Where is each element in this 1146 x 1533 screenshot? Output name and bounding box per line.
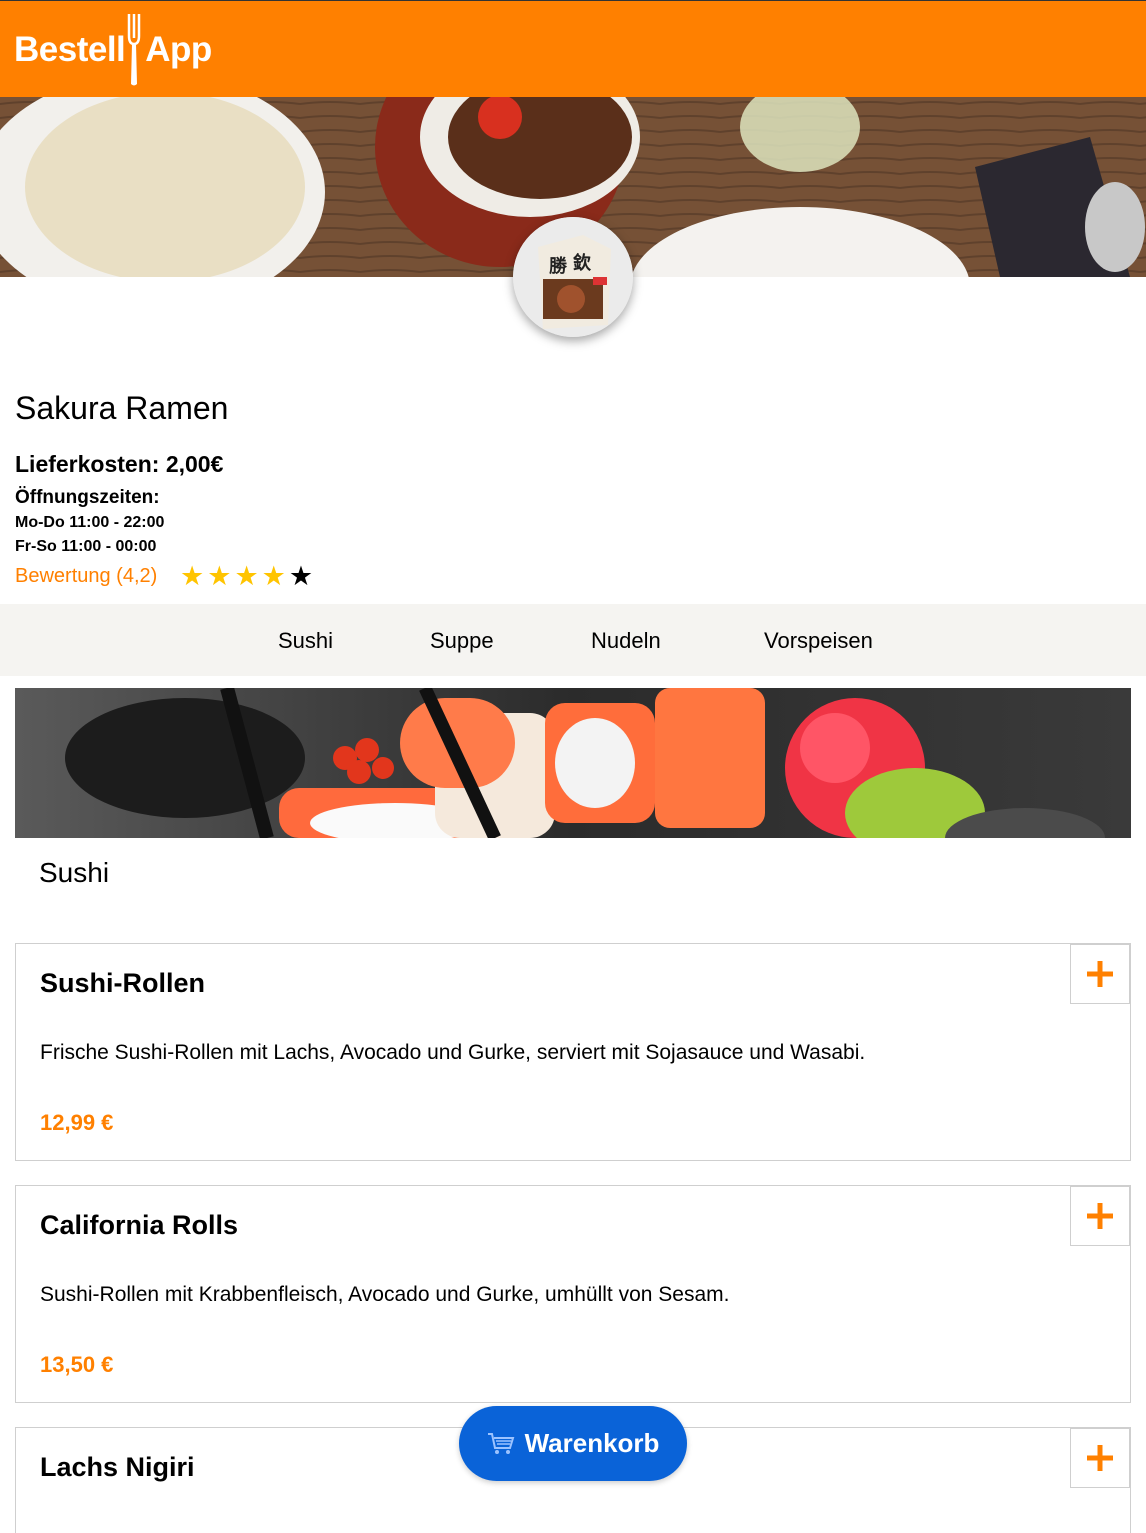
category-tab-sushi[interactable]: Sushi	[278, 628, 333, 654]
section-title-sushi: Sushi	[39, 857, 110, 888]
category-nav: Sushi Suppe Nudeln Vorspeisen	[0, 604, 1146, 676]
plus-icon	[1087, 1445, 1113, 1471]
dish-price: 12,99 €	[40, 1110, 114, 1135]
star-icon: ★	[207, 561, 232, 591]
rating-link[interactable]: Bewertung (4,2)	[15, 565, 157, 588]
logo-text-app: App	[145, 30, 212, 69]
svg-text:勝: 勝	[549, 255, 568, 277]
star-icon: ★	[261, 561, 286, 591]
add-to-cart-button[interactable]	[1070, 944, 1130, 1004]
dish-description: Sushi-Rollen mit Krabbenfleisch, Avocado…	[40, 1283, 730, 1306]
logo-text-bestell: Bestell	[14, 30, 126, 69]
add-to-cart-button[interactable]	[1070, 1428, 1130, 1488]
star-icon: ★	[288, 561, 314, 591]
category-tab-suppe[interactable]: Suppe	[430, 628, 494, 654]
dish-card[interactable]: California Rolls Sushi-Rollen mit Krabbe…	[15, 1185, 1131, 1403]
restaurant-logo-image: 勝 欽	[513, 217, 633, 337]
star-icon: ★	[234, 561, 259, 591]
sushi-illustration	[15, 688, 1131, 838]
app-logo[interactable]: Bestell App	[14, 13, 212, 87]
plus-icon	[1087, 961, 1113, 987]
category-tab-vorspeisen[interactable]: Vorspeisen	[764, 628, 873, 654]
ramen-package-illustration: 勝 欽	[513, 217, 633, 337]
delivery-cost: Lieferkosten: 2,00€	[15, 451, 224, 477]
rating-stars: ★ ★ ★ ★ ★	[180, 562, 313, 590]
restaurant-name: Sakura Ramen	[15, 390, 229, 426]
cart-button-label: Warenkorb	[524, 1428, 660, 1458]
app-header: Bestell App	[0, 0, 1146, 97]
category-tab-nudeln[interactable]: Nudeln	[591, 628, 661, 654]
star-icon: ★	[180, 561, 205, 591]
dish-price: 13,50 €	[40, 1352, 114, 1377]
shopping-cart-icon	[487, 1432, 514, 1454]
plus-icon	[1087, 1203, 1113, 1229]
opening-hours-weekend: Fr-So 11:00 - 00:00	[15, 538, 157, 555]
dish-name: California Rolls	[40, 1210, 239, 1240]
opening-hours-weekdays: Mo-Do 11:00 - 22:00	[15, 514, 165, 531]
dish-name: Sushi-Rollen	[40, 968, 206, 998]
dish-card[interactable]: Sushi-Rollen Frische Sushi-Rollen mit La…	[15, 943, 1131, 1161]
opening-hours-label: Öffnungszeiten:	[15, 487, 160, 508]
svg-text:欽: 欽	[573, 252, 592, 274]
fork-icon	[128, 14, 141, 86]
sushi-section-banner	[15, 688, 1131, 838]
add-to-cart-button[interactable]	[1070, 1186, 1130, 1246]
cart-button[interactable]: Warenkorb	[459, 1406, 687, 1481]
dish-name: Lachs Nigiri	[40, 1452, 195, 1482]
dish-description: Frische Sushi-Rollen mit Lachs, Avocado …	[40, 1041, 866, 1064]
